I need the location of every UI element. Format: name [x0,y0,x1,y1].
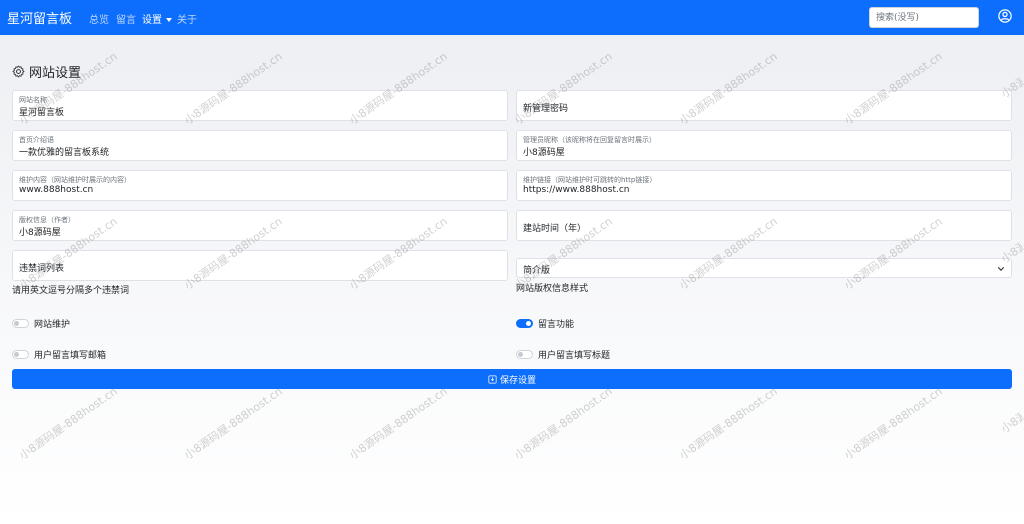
require-title-switch-row[interactable]: 用户留言填写标题 [516,348,610,361]
save-settings-label: 保存设置 [499,375,536,386]
watermark-text: 小8源码屋-888host.cn [512,384,615,463]
message-toggle[interactable] [516,319,533,328]
new-password-field[interactable]: 新管理密码 [516,90,1012,121]
copyright-value: 小8源码屋 [19,228,61,238]
watermark-text: 小8源码屋-888host.cn [17,384,120,463]
maintenance-link-label: 维护链接（网站维护时可跳转的http链接） [523,176,657,184]
banned-words-field[interactable]: 违禁词列表 [12,250,508,281]
nav-messages[interactable]: 留言 [116,11,136,26]
brand-title[interactable]: 星河留言板 [7,8,72,27]
require-email-switch-label: 用户留言填写邮箱 [34,351,107,361]
copyright-style-select[interactable]: 简介版 [516,258,1012,278]
copyright-style-value: 简介版 [523,266,551,276]
nav-settings[interactable]: 设置 [142,11,172,26]
nav-settings-label: 设置 [142,15,162,26]
build-year-field[interactable]: 建站时间（年） [516,210,1012,241]
gear-icon [12,65,25,78]
copyright-style-help: 网站版权信息样式 [516,284,589,294]
maintenance-switch-label: 网站维护 [34,320,71,330]
intro-label: 首页介绍语 [19,136,54,144]
maintenance-content-value: www.888host.cn [19,185,94,195]
new-password-placeholder: 新管理密码 [523,104,569,114]
banned-words-help: 请用英文逗号分隔多个违禁词 [12,286,130,296]
nav-overview[interactable]: 总览 [89,11,109,26]
intro-field[interactable]: 首页介绍语 一款优雅的留言板系统 [12,130,508,161]
maintenance-content-label: 维护内容（网站维护时展示的内容） [19,176,131,184]
chevron-down-icon [997,267,1005,271]
site-name-value: 星河留言板 [19,108,65,118]
page-heading: 网站设置 [12,62,81,81]
maintenance-link-field[interactable]: 维护链接（网站维护时可跳转的http链接） https://www.888hos… [516,170,1012,201]
banned-words-placeholder: 违禁词列表 [19,264,65,274]
copyright-label: 版权信息（作者） [19,216,75,224]
require-title-switch-label: 用户留言填写标题 [538,351,611,361]
watermark-text: 小8源码屋-888host.cn [182,384,285,463]
chevron-down-icon [166,18,172,22]
message-switch-label: 留言功能 [538,320,575,330]
require-email-switch-row[interactable]: 用户留言填写邮箱 [12,348,106,361]
watermark-text: 小8源码屋-888host.cn [347,384,450,463]
user-circle-icon[interactable] [998,9,1012,23]
build-year-placeholder: 建站时间（年） [523,224,587,234]
message-switch-row[interactable]: 留言功能 [516,317,574,330]
page-title: 网站设置 [29,66,82,81]
site-name-field[interactable]: 网站名称 星河留言板 [12,90,508,121]
maintenance-link-value: https://www.888host.cn [523,185,630,195]
save-settings-button[interactable]: 保存设置 [12,369,1012,389]
admin-nickname-value: 小8源码屋 [523,148,565,158]
site-name-label: 网站名称 [19,96,47,104]
maintenance-switch-row[interactable]: 网站维护 [12,317,70,330]
watermark-text: 小8源码屋-888host.cn [842,384,945,463]
intro-value: 一款优雅的留言板系统 [19,148,110,158]
save-icon [488,374,497,384]
admin-nickname-label: 管理员昵称（该昵称将在回复留言时展示） [523,136,656,144]
require-title-toggle[interactable] [516,350,533,359]
copyright-field[interactable]: 版权信息（作者） 小8源码屋 [12,210,508,241]
top-navbar: 星河留言板 总览 留言 设置 关于 [0,0,1024,35]
search-input[interactable] [869,7,979,28]
admin-nickname-field[interactable]: 管理员昵称（该昵称将在回复留言时展示） 小8源码屋 [516,130,1012,161]
watermark-text: 小8源码屋-888host.cn [998,410,1024,437]
watermark-text: 小8源码屋-888host.cn [677,384,780,463]
maintenance-content-field[interactable]: 维护内容（网站维护时展示的内容） www.888host.cn [12,170,508,201]
require-email-toggle[interactable] [12,350,29,359]
maintenance-toggle[interactable] [12,319,29,328]
nav-about[interactable]: 关于 [177,11,197,26]
